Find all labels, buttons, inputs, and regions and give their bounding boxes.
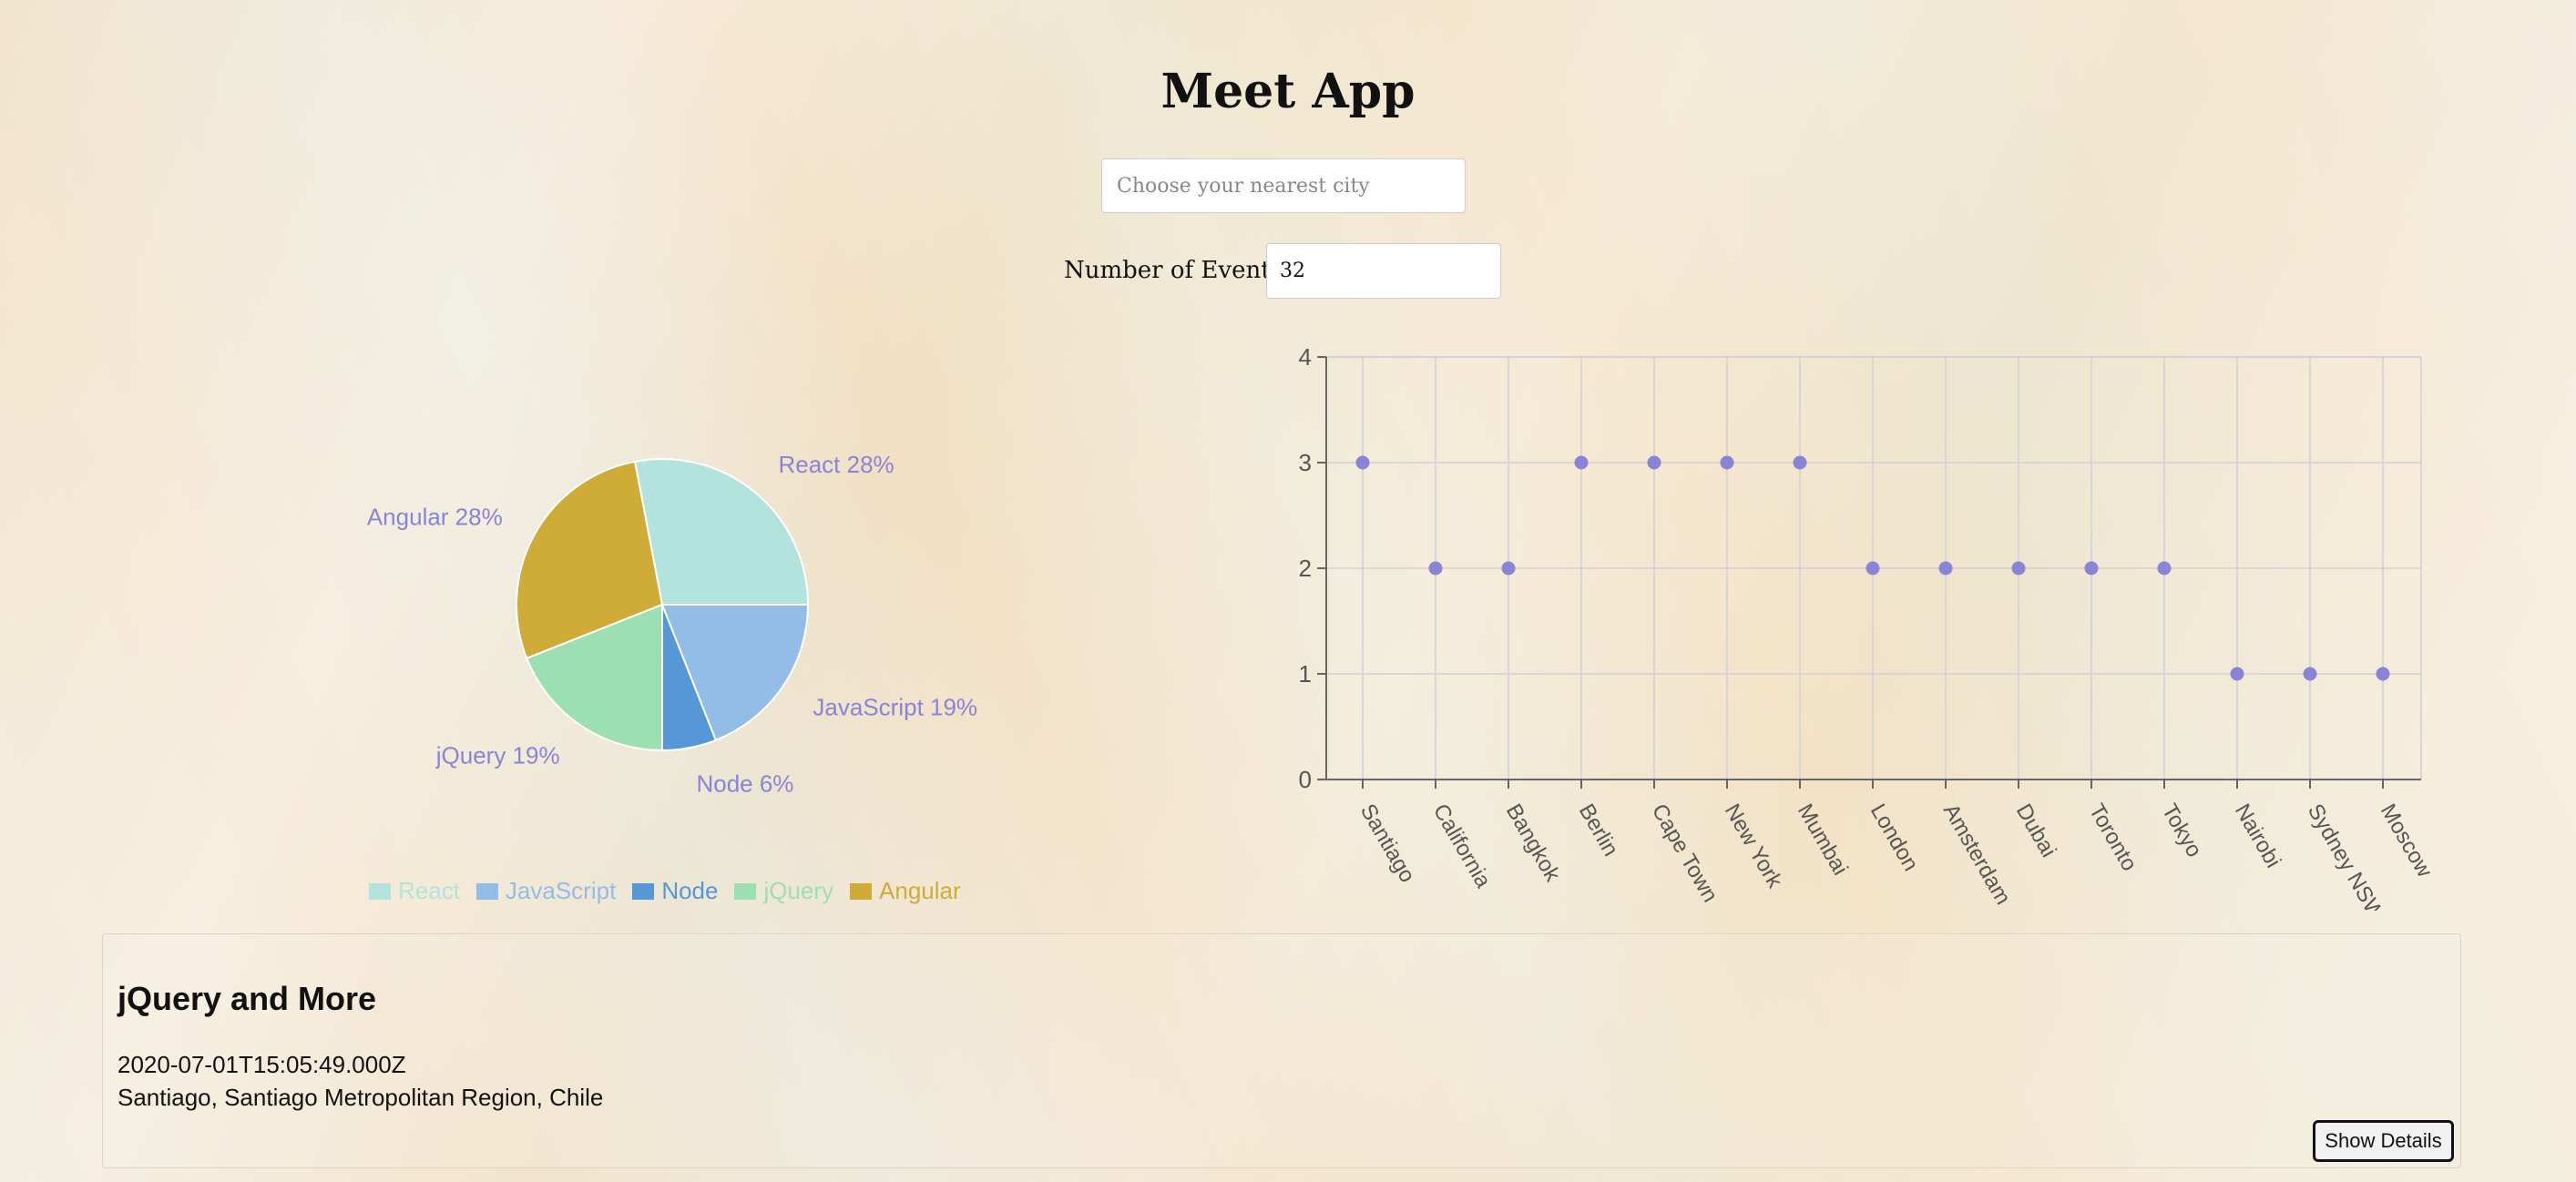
scatter-point-nairobi	[2230, 667, 2244, 681]
scatter-point-california	[1428, 561, 1443, 576]
x-tick-label: Tokyo	[2157, 800, 2207, 861]
events-by-city-scatter-chart: 0 1 2 3 4 Santiago California Bangkok Berlin Cape…	[1299, 343, 2438, 911]
event-card: jQuery and More 2020-07-01T15:05:49.000Z…	[102, 933, 2461, 1168]
y-tick-label: 2	[1299, 555, 1312, 582]
x-tick-label: New York	[1720, 800, 1788, 892]
x-tick-label: Moscow	[2376, 800, 2438, 881]
x-tick-label: California	[1428, 800, 1496, 892]
legend-swatch-node	[632, 882, 655, 900]
scatter-point-london	[1866, 561, 1880, 576]
scatter-point-santiago	[1355, 455, 1370, 470]
scatter-point-toronto	[2084, 561, 2099, 576]
pie-slice-react	[633, 458, 810, 606]
legend-swatch-jquery	[734, 882, 757, 900]
pie-label-javascript: JavaScript 19%	[813, 693, 977, 720]
y-tick-label: 1	[1299, 660, 1312, 688]
legend-label-jquery: jQuery	[763, 877, 834, 904]
legend-item-angular: Angular	[850, 877, 961, 905]
legend-label-javascript: JavaScript	[505, 877, 617, 904]
x-tick-label: Sydney NSW	[2303, 800, 2389, 911]
legend-swatch-angular	[850, 882, 873, 900]
scatter-point-bangkok	[1501, 561, 1516, 576]
pie-label-node: Node 6%	[696, 769, 793, 797]
x-tick-label: Nairobi	[2230, 800, 2285, 871]
x-tick-label: Amsterdam	[1938, 800, 2016, 909]
y-tick-label: 0	[1299, 766, 1312, 793]
legend-item-javascript: JavaScript	[475, 877, 617, 905]
legend-item-node: Node	[632, 877, 718, 905]
y-tick-label: 4	[1299, 343, 1312, 371]
scatter-point-amsterdam	[1938, 561, 1953, 576]
pie-label-react: React 28%	[778, 451, 894, 478]
event-date: 2020-07-01T15:05:49.000Z	[118, 1051, 406, 1078]
x-tick-label: Berlin	[1574, 800, 1623, 861]
legend-label-react: React	[398, 877, 460, 904]
x-tick-label: Toronto	[2084, 800, 2142, 875]
x-tick-label: Mumbai	[1793, 800, 1853, 879]
legend-label-angular: Angular	[879, 877, 961, 904]
charts-area: React 28% Angular 28% jQuery 19% Node 6% Jav…	[367, 343, 2438, 911]
scatter-point-dubai	[2011, 561, 2026, 576]
show-details-button[interactable]: Show Details	[2313, 1120, 2454, 1162]
pie-label-angular: Angular 28%	[367, 504, 503, 531]
scatter-point-tokyo	[2157, 561, 2172, 576]
scatter-point-berlin	[1574, 455, 1589, 470]
scatter-point-new-york	[1720, 455, 1734, 470]
x-tick-label: Bangkok	[1501, 800, 1566, 886]
x-tick-label: Dubai	[2011, 800, 2061, 861]
scatter-point-sydney-nsw	[2303, 667, 2317, 681]
legend-item-jquery: jQuery	[734, 877, 833, 905]
y-tick-label: 3	[1299, 449, 1312, 476]
event-location: Santiago, Santiago Metropolitan Region, …	[118, 1084, 604, 1111]
legend-item-react: React	[369, 877, 460, 905]
scatter-point-cape-town	[1647, 455, 1661, 470]
x-tick-label: Cape Town	[1647, 800, 1722, 906]
scatter-point-moscow	[2376, 667, 2390, 681]
event-title: jQuery and More	[118, 980, 377, 1017]
x-tick-label: London	[1866, 800, 1923, 875]
scatter-point-mumbai	[1793, 455, 1807, 470]
genre-pie-chart: React 28% Angular 28% jQuery 19% Node 6% Jav…	[367, 451, 977, 798]
x-tick-label: Santiago	[1355, 800, 1420, 887]
legend-swatch-react	[369, 882, 391, 900]
pie-label-jquery: jQuery 19%	[435, 741, 560, 769]
pie-legend: React JavaScript Node jQuery Angular	[369, 877, 961, 905]
legend-label-node: Node	[661, 877, 719, 904]
legend-swatch-javascript	[475, 882, 498, 900]
